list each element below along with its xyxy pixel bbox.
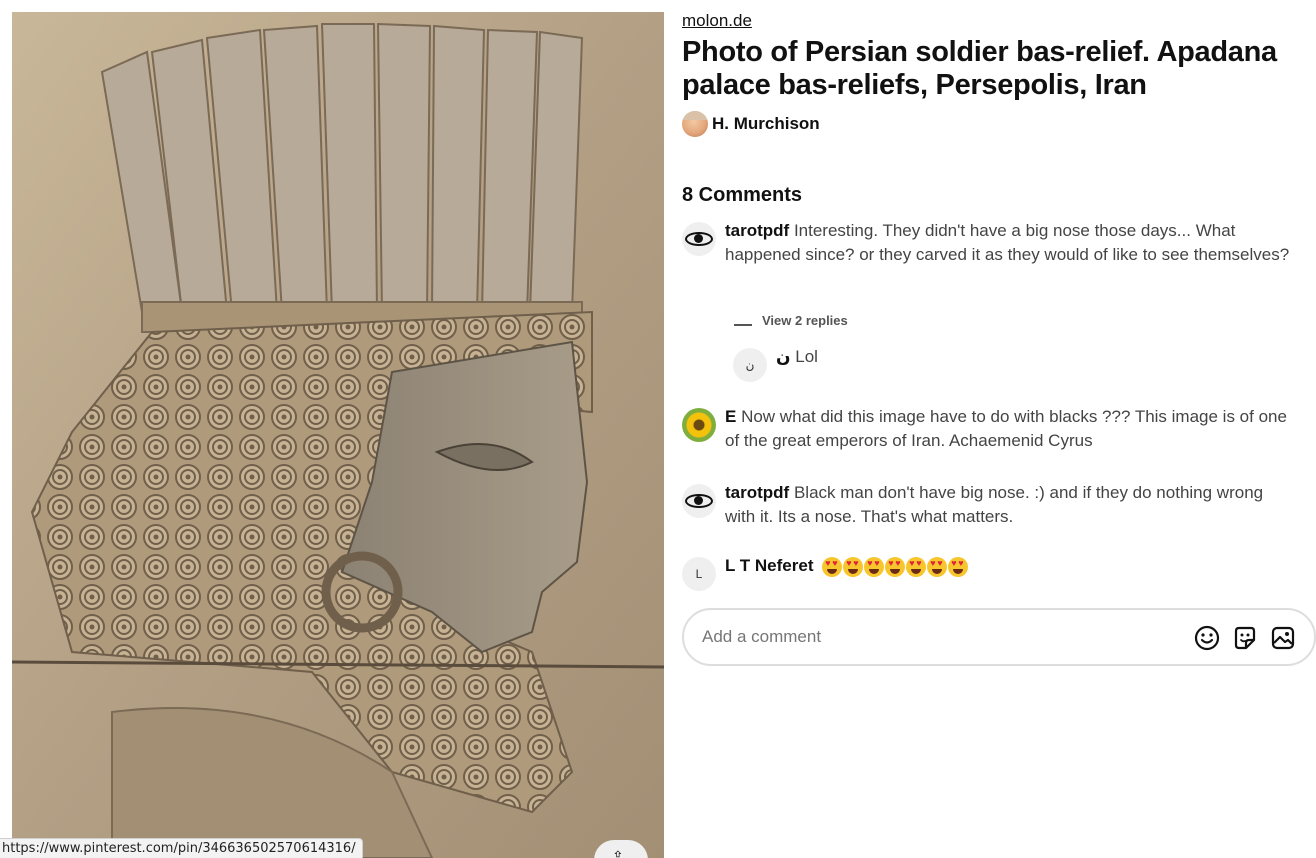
pin-title: Photo of Persian soldier bas-relief. Apa…	[682, 36, 1277, 101]
comment-box[interactable]	[682, 608, 1316, 666]
pin-image[interactable]	[12, 12, 664, 858]
heart-eyes-emoji	[906, 556, 927, 577]
comment-body: Now what did this image have to do with …	[725, 407, 1287, 450]
reply-user[interactable]: ن	[776, 347, 791, 366]
reply-text: ن Lol	[776, 345, 1276, 369]
commenter-name[interactable]: tarotpdf	[725, 221, 789, 240]
comment-input[interactable]	[702, 627, 1142, 647]
bas-relief-illustration	[12, 12, 664, 858]
comment-text: tarotpdf Interesting. They didn't have a…	[725, 219, 1295, 267]
divider-line	[734, 323, 752, 326]
image-icon[interactable]	[1270, 625, 1296, 651]
comment-text: L T Neferet	[725, 554, 1295, 578]
status-bar-url: https://www.pinterest.com/pin/3466365025…	[0, 838, 363, 858]
view-replies-label[interactable]: View 2 replies	[762, 313, 848, 328]
eye-icon	[685, 494, 713, 508]
avatar-letter: ن	[745, 358, 755, 372]
author[interactable]: H. Murchison	[682, 111, 1316, 137]
emoji-icon[interactable]	[1194, 625, 1220, 651]
heart-eyes-emoji	[885, 556, 906, 577]
heart-eyes-emoji	[843, 556, 864, 577]
commenter-avatar[interactable]	[682, 484, 716, 518]
eye-icon	[685, 232, 713, 246]
commenter-name[interactable]: tarotpdf	[725, 483, 789, 502]
commenter-name[interactable]: L T Neferet	[725, 556, 814, 575]
avatar-letter: L	[695, 567, 703, 581]
comment-text: E Now what did this image have to do wit…	[725, 405, 1295, 453]
commenter-avatar[interactable]	[682, 222, 716, 256]
comment-text: tarotpdf Black man don't have big nose. …	[725, 481, 1295, 529]
heart-eyes-emoji	[822, 556, 843, 577]
comments-heading: 8 Comments	[682, 184, 803, 206]
author-name[interactable]: H. Murchison	[712, 114, 820, 134]
reply-avatar[interactable]: ن	[733, 348, 767, 382]
comment-body: Black man don't have big nose. :) and if…	[725, 483, 1264, 526]
sunflower-avatar[interactable]	[682, 408, 716, 442]
view-replies-button[interactable]: View 2 replies	[734, 313, 848, 328]
reply-body: Lol	[795, 347, 818, 366]
author-avatar[interactable]	[682, 111, 708, 137]
comment-body: Interesting. They didn't have a big nose…	[725, 221, 1290, 264]
pin-details-panel: molon.de Photo of Persian soldier bas-re…	[682, 10, 1316, 666]
commenter-avatar[interactable]: L	[682, 557, 716, 591]
source-link[interactable]: molon.de	[682, 10, 752, 32]
emoji-row	[822, 556, 969, 577]
sticker-icon[interactable]	[1232, 625, 1258, 651]
commenter-name[interactable]: E	[725, 407, 736, 426]
heart-eyes-emoji	[927, 556, 948, 577]
share-icon: ⇪	[612, 848, 624, 858]
heart-eyes-emoji	[948, 556, 969, 577]
heart-eyes-emoji	[864, 556, 885, 577]
